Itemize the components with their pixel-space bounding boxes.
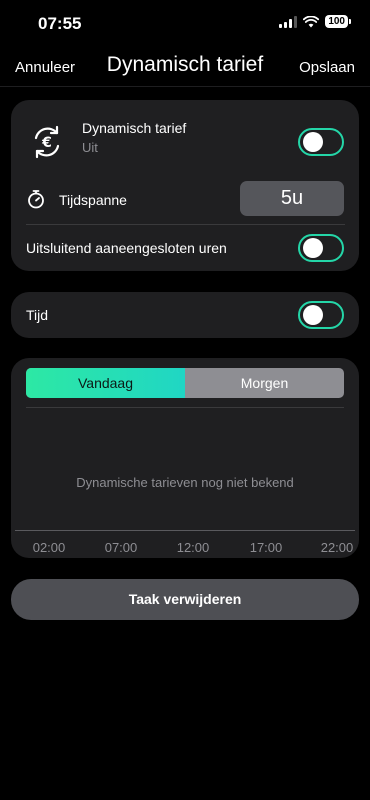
battery-icon: 100 xyxy=(325,15,351,28)
euro-cycle-icon: € xyxy=(34,125,60,159)
day-segmented-control: Vandaag Morgen xyxy=(26,368,344,398)
time-card: Tijd xyxy=(11,292,359,338)
dynamic-tariff-status: Uit xyxy=(82,140,98,155)
save-button[interactable]: Opslaan xyxy=(299,59,355,76)
x-tick-label: 02:00 xyxy=(32,540,66,555)
price-chart-card: Vandaag Morgen Dynamische tarieven nog n… xyxy=(11,358,359,558)
x-axis-labels: 02:00 07:00 12:00 17:00 22:00 xyxy=(11,540,359,556)
x-axis-line xyxy=(15,530,355,531)
tab-tomorrow[interactable]: Morgen xyxy=(185,368,344,398)
delete-task-button[interactable]: Taak verwijderen xyxy=(11,579,359,620)
dynamic-tariff-title: Dynamisch tarief xyxy=(82,120,187,136)
consecutive-hours-toggle[interactable] xyxy=(298,234,344,262)
empty-state-message: Dynamische tarieven nog niet bekend xyxy=(76,475,294,490)
nav-bar: Annuleer Dynamisch tarief Opslaan xyxy=(0,48,370,87)
timespan-label: Tijdspanne xyxy=(59,192,127,208)
time-label: Tijd xyxy=(26,307,49,323)
svg-text:€: € xyxy=(41,135,52,151)
dynamic-tariff-toggle[interactable] xyxy=(298,128,344,156)
toggle-knob xyxy=(303,238,323,258)
x-tick-label: 17:00 xyxy=(249,540,283,555)
stopwatch-icon xyxy=(28,190,44,209)
divider xyxy=(26,407,344,408)
x-tick-label: 12:00 xyxy=(176,540,210,555)
timespan-value-button[interactable]: 5u xyxy=(240,181,344,216)
toggle-knob xyxy=(303,132,323,152)
status-bar: 07:55 100 xyxy=(0,0,370,48)
x-tick-label: 22:00 xyxy=(320,540,354,555)
status-icons: 100 xyxy=(279,15,351,28)
wifi-icon xyxy=(303,15,320,27)
toggle-knob xyxy=(303,305,323,325)
tab-today[interactable]: Vandaag xyxy=(26,368,185,398)
x-tick-label: 07:00 xyxy=(104,540,138,555)
consecutive-hours-label: Uitsluitend aaneengesloten uren xyxy=(26,240,227,256)
time-toggle[interactable] xyxy=(298,301,344,329)
divider xyxy=(26,224,345,225)
cellular-signal-icon xyxy=(279,15,298,28)
status-time: 07:55 xyxy=(38,14,82,33)
dynamic-tariff-card: € Dynamisch tarief Uit Tijdspanne 5u Uit… xyxy=(11,100,359,271)
